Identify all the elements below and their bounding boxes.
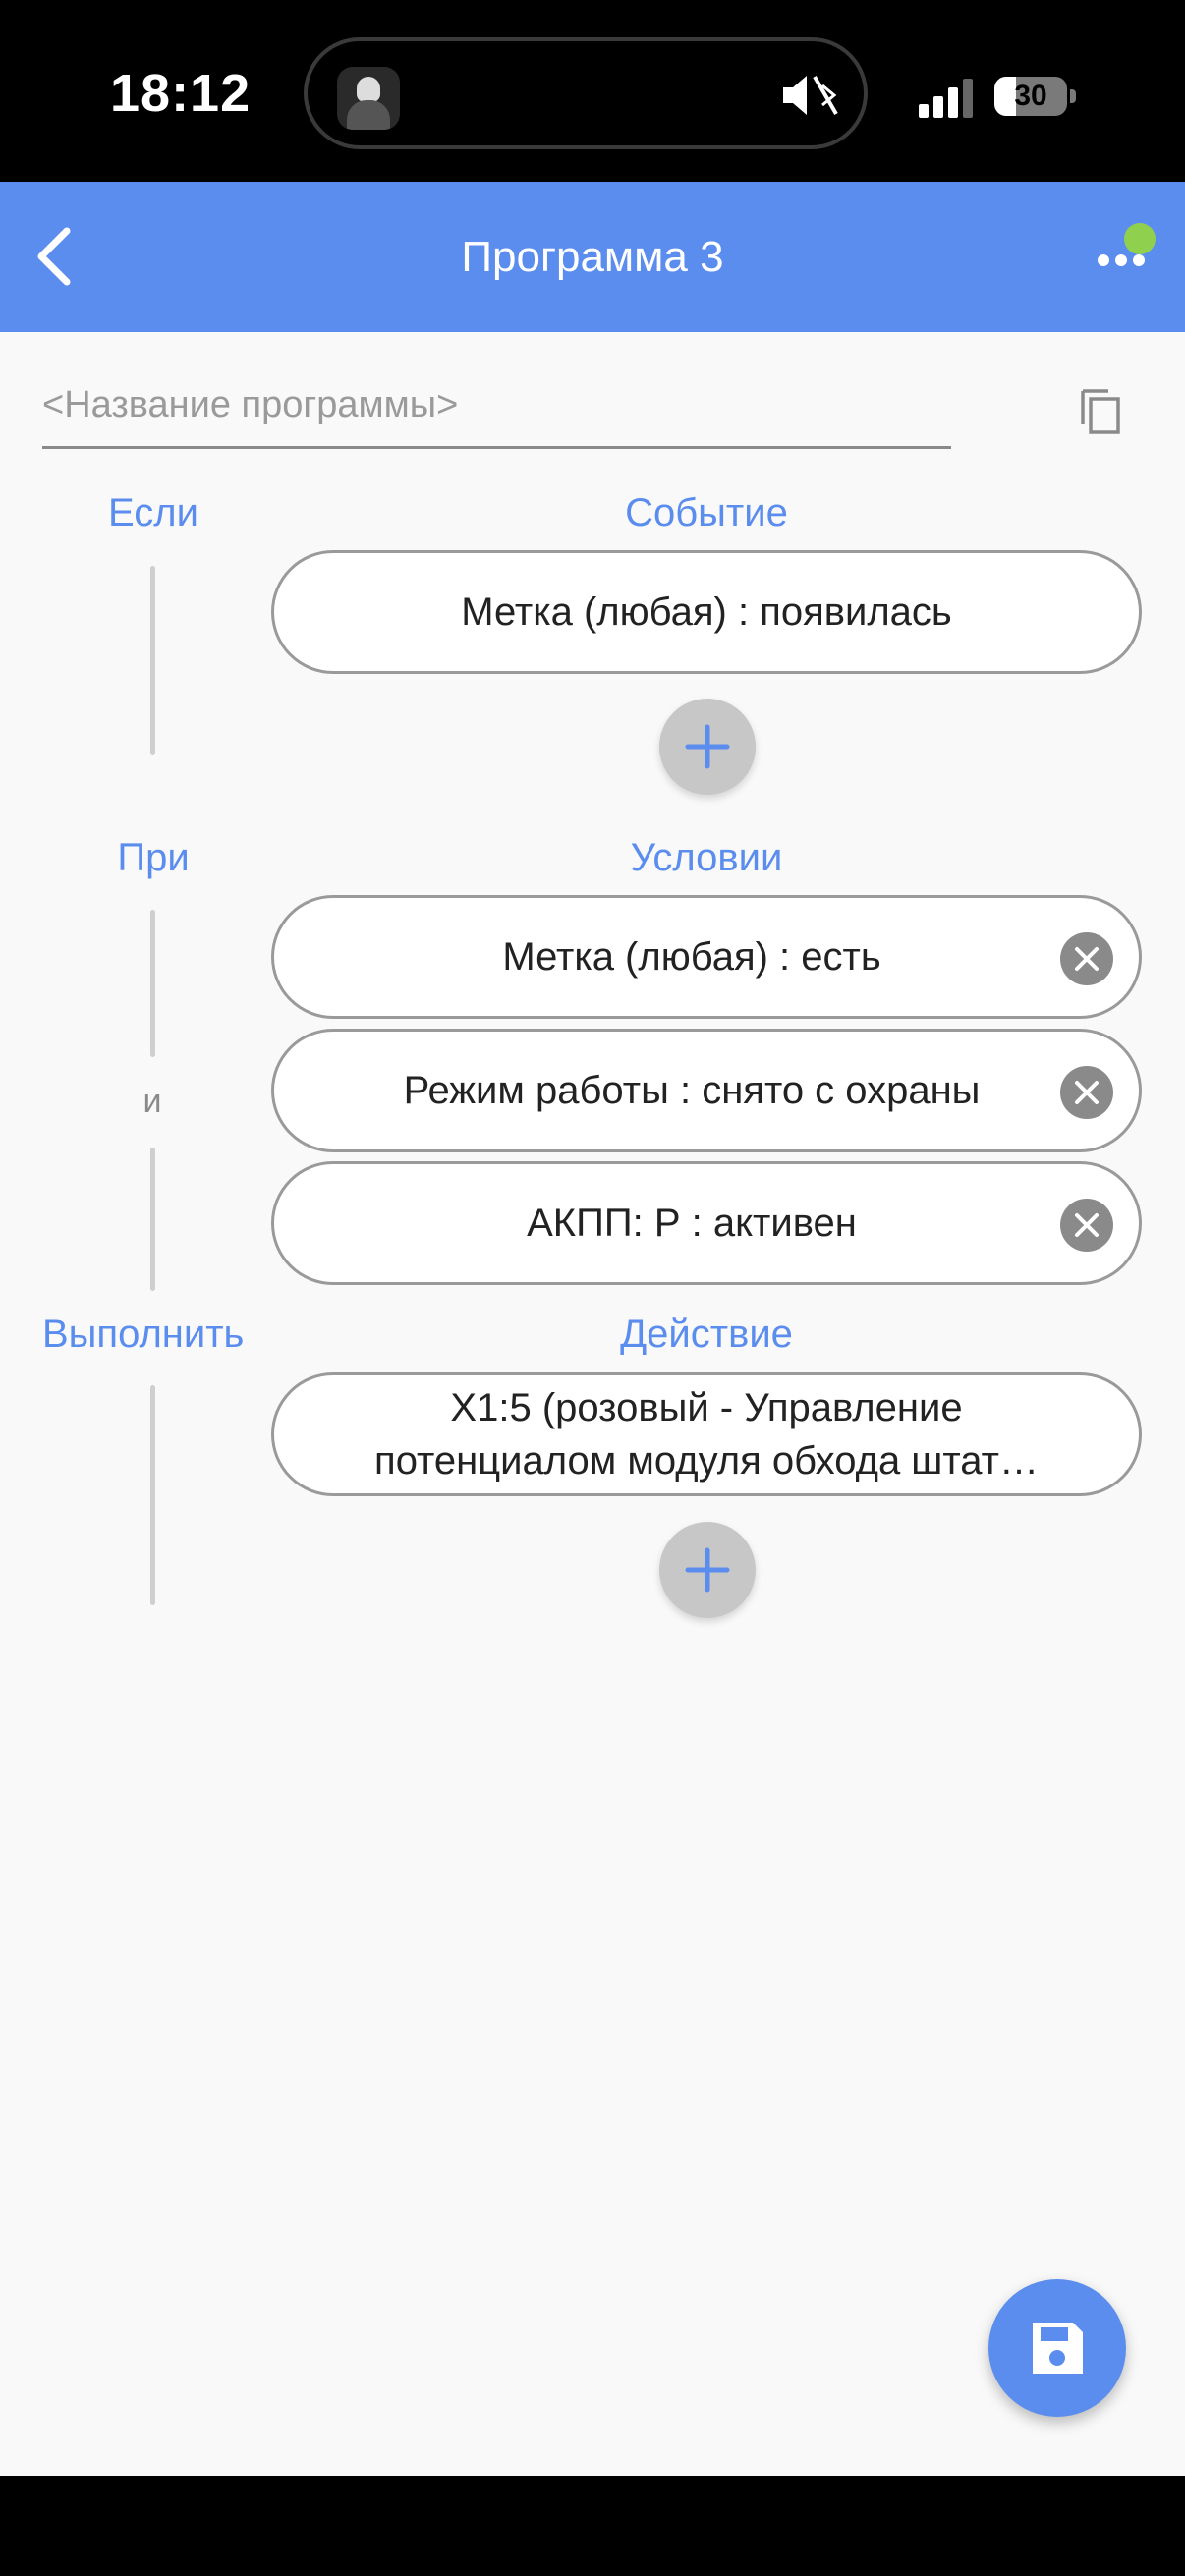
condition-section-title: Условии — [630, 836, 783, 879]
condition-item[interactable]: АКПП: Р : активен — [271, 1161, 1142, 1285]
action-item-line-1: X1:5 (розовый - Управление — [450, 1386, 963, 1429]
condition-connector-line — [150, 910, 155, 1057]
condition-item-label: Метка (любая) : есть — [502, 934, 881, 979]
cellular-signal-icon — [919, 79, 973, 118]
status-time: 18:12 — [110, 64, 252, 123]
save-button[interactable] — [988, 2279, 1126, 2417]
if-connector-line — [150, 566, 155, 755]
condition-item[interactable]: Метка (любая) : есть — [271, 895, 1142, 1019]
back-button[interactable] — [20, 217, 98, 296]
when-label: При — [117, 836, 190, 879]
app-bar: Программа 3 — [0, 182, 1185, 332]
event-item[interactable]: Метка (любая) : появилась — [271, 550, 1142, 674]
add-action-button[interactable] — [659, 1522, 756, 1618]
copy-icon[interactable] — [1071, 381, 1130, 440]
status-bar: 18:12 30 — [0, 0, 1185, 182]
save-icon — [1033, 2323, 1083, 2374]
execute-label: Выполнить — [42, 1313, 245, 1356]
close-icon — [1075, 1081, 1099, 1104]
and-label: и — [142, 1083, 162, 1120]
if-label: Если — [108, 491, 198, 534]
condition-item-label: Режим работы : снято с охраны — [403, 1068, 981, 1112]
program-editor: Если Событие Метка (любая) : появилась П… — [0, 332, 1185, 2476]
plus-icon — [685, 1547, 730, 1593]
battery-level: 30 — [1014, 80, 1047, 112]
close-icon — [1075, 1213, 1099, 1237]
status-indicator-dot — [1124, 223, 1156, 254]
screen: 18:12 30 Программа 3 <Название программы… — [0, 0, 1185, 2576]
event-section-title: Событие — [625, 491, 788, 534]
mute-icon — [783, 75, 838, 116]
event-item-label: Метка (любая) : появилась — [461, 589, 952, 634]
condition-connector-line — [150, 1148, 155, 1291]
condition-item[interactable]: Режим работы : снято с охраны — [271, 1029, 1142, 1152]
battery-icon: 30 — [994, 77, 1076, 116]
condition-item-label: АКПП: Р : активен — [527, 1201, 857, 1245]
close-icon — [1075, 947, 1099, 971]
action-item-label: X1:5 (розовый - Управление потенциалом м… — [323, 1381, 1090, 1487]
action-section-title: Действие — [620, 1313, 793, 1356]
add-event-button[interactable] — [659, 699, 756, 795]
action-connector-line — [150, 1385, 155, 1605]
remove-condition-button[interactable] — [1060, 1199, 1113, 1252]
action-item[interactable]: X1:5 (розовый - Управление потенциалом м… — [271, 1372, 1142, 1496]
bottom-bar — [0, 2476, 1185, 2576]
dynamic-island — [304, 37, 868, 149]
program-name-input[interactable] — [42, 364, 951, 449]
remove-condition-button[interactable] — [1060, 1066, 1113, 1119]
plus-icon — [685, 724, 730, 769]
now-playing-avatar — [337, 67, 400, 130]
remove-condition-button[interactable] — [1060, 932, 1113, 985]
page-title: Программа 3 — [461, 233, 724, 281]
action-item-line-2: потенциалом модуля обхода штат… — [374, 1439, 1039, 1483]
